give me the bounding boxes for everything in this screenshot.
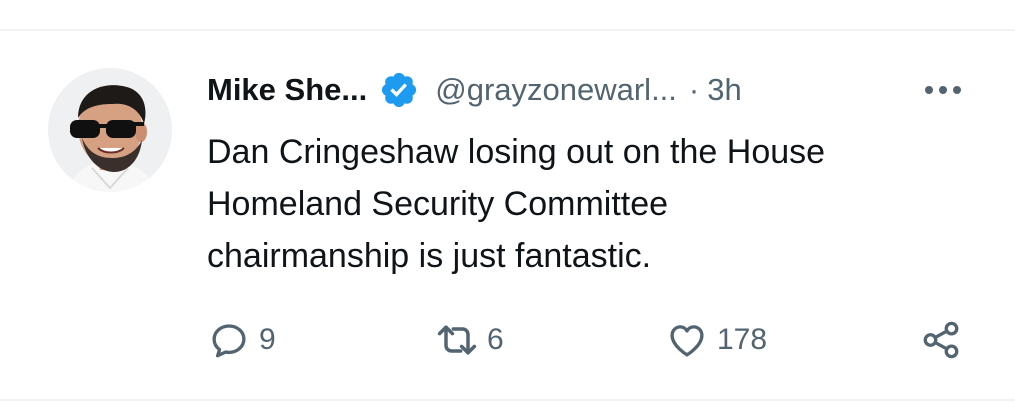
top-divider [0,29,1015,31]
reply-count: 9 [259,323,276,356]
avatar-image [48,68,172,192]
tweet-text: Dan Cringeshaw losing out on the House H… [207,133,826,275]
separator-dot: · [688,72,700,107]
verified-badge-icon [379,70,419,110]
avatar[interactable] [48,68,172,192]
like-button[interactable]: 178 [665,314,767,366]
like-count: 178 [717,323,768,356]
reply-icon [207,318,251,362]
reply-button[interactable]: 9 [207,314,276,366]
bottom-divider [0,399,1015,401]
timestamp[interactable]: 3h [707,72,741,108]
share-icon [919,318,963,362]
tweet-header: Mike She... @grayzonewarl... · 3h [207,68,967,112]
action-bar: 9 6 178 [207,314,967,366]
retweet-icon [435,318,479,362]
more-dots-icon[interactable] [918,70,968,110]
retweet-button[interactable]: 6 [435,314,504,366]
retweet-count: 6 [487,323,504,356]
author-handle[interactable]: @grayzonewarl... [435,72,677,108]
author-name[interactable]: Mike She... [207,72,367,108]
heart-icon [665,318,709,362]
share-button[interactable] [919,314,963,366]
